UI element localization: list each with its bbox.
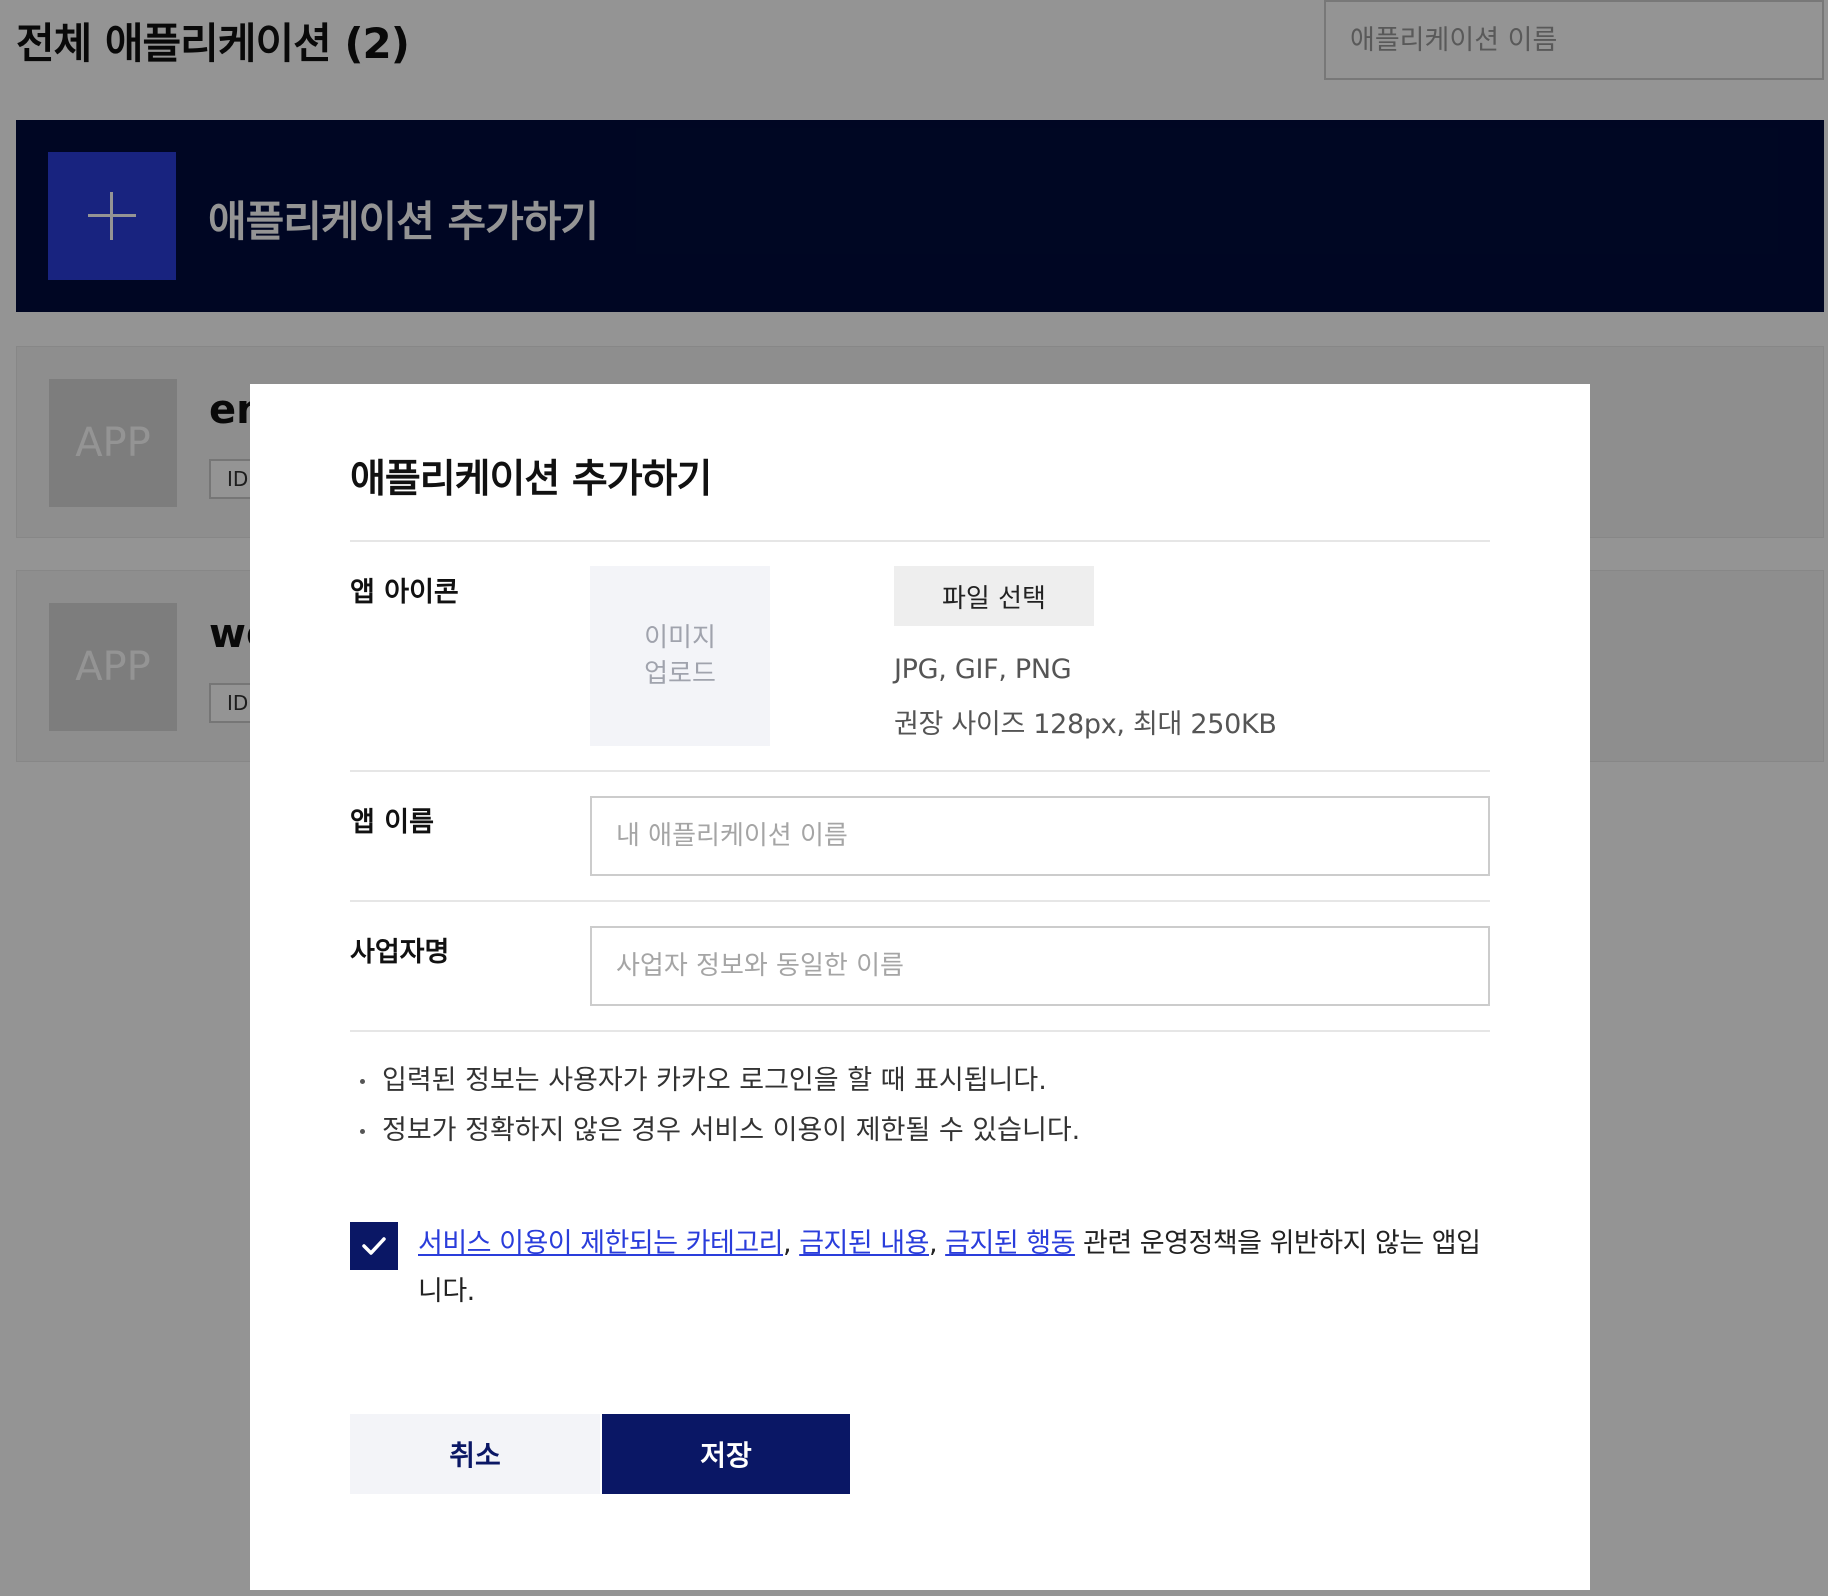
divider [350, 900, 1490, 902]
prohibited-content-link[interactable]: 금지된 내용 [799, 1228, 929, 1259]
divider [350, 540, 1490, 542]
preview-text-line1: 이미지 [644, 623, 716, 653]
policy-agree-text: 서비스 이용이 제한되는 카테고리, 금지된 내용, 금지된 행동 관련 운영정… [418, 1228, 1481, 1307]
modal-title: 애플리케이션 추가하기 [350, 457, 712, 502]
notice-item: 정보가 정확하지 않은 경우 서비스 이용이 제한될 수 있습니다. [350, 1106, 1490, 1156]
file-size-hint: 권장 사이즈 128px, 최대 250KB [894, 709, 1277, 740]
file-format-hint: JPG, GIF, PNG [894, 654, 1072, 685]
policy-agree-checkbox[interactable] [350, 1222, 398, 1270]
divider [350, 770, 1490, 772]
choose-file-button[interactable]: 파일 선택 [894, 566, 1094, 626]
app-icon-label: 앱 아이콘 [350, 577, 459, 608]
restricted-category-link[interactable]: 서비스 이용이 제한되는 카테고리 [418, 1228, 784, 1259]
notice-item: 입력된 정보는 사용자가 카카오 로그인을 할 때 표시됩니다. [350, 1056, 1490, 1106]
checkmark-icon [362, 1237, 386, 1255]
icon-upload-preview[interactable]: 이미지 업로드 [590, 566, 770, 746]
add-application-modal: 애플리케이션 추가하기 앱 아이콘 이미지 업로드 파일 선택 JPG, GIF… [250, 384, 1590, 1590]
preview-text-line2: 업로드 [644, 659, 716, 689]
cancel-button[interactable]: 취소 [350, 1414, 600, 1494]
app-name-input[interactable] [590, 796, 1490, 876]
prohibited-behavior-link[interactable]: 금지된 행동 [945, 1228, 1075, 1259]
notice-list: 입력된 정보는 사용자가 카카오 로그인을 할 때 표시됩니다. 정보가 정확하… [350, 1056, 1490, 1156]
divider [350, 1030, 1490, 1032]
company-name-label: 사업자명 [350, 937, 450, 968]
company-name-input[interactable] [590, 926, 1490, 1006]
save-button[interactable]: 저장 [602, 1414, 850, 1494]
app-name-label: 앱 이름 [350, 807, 434, 838]
